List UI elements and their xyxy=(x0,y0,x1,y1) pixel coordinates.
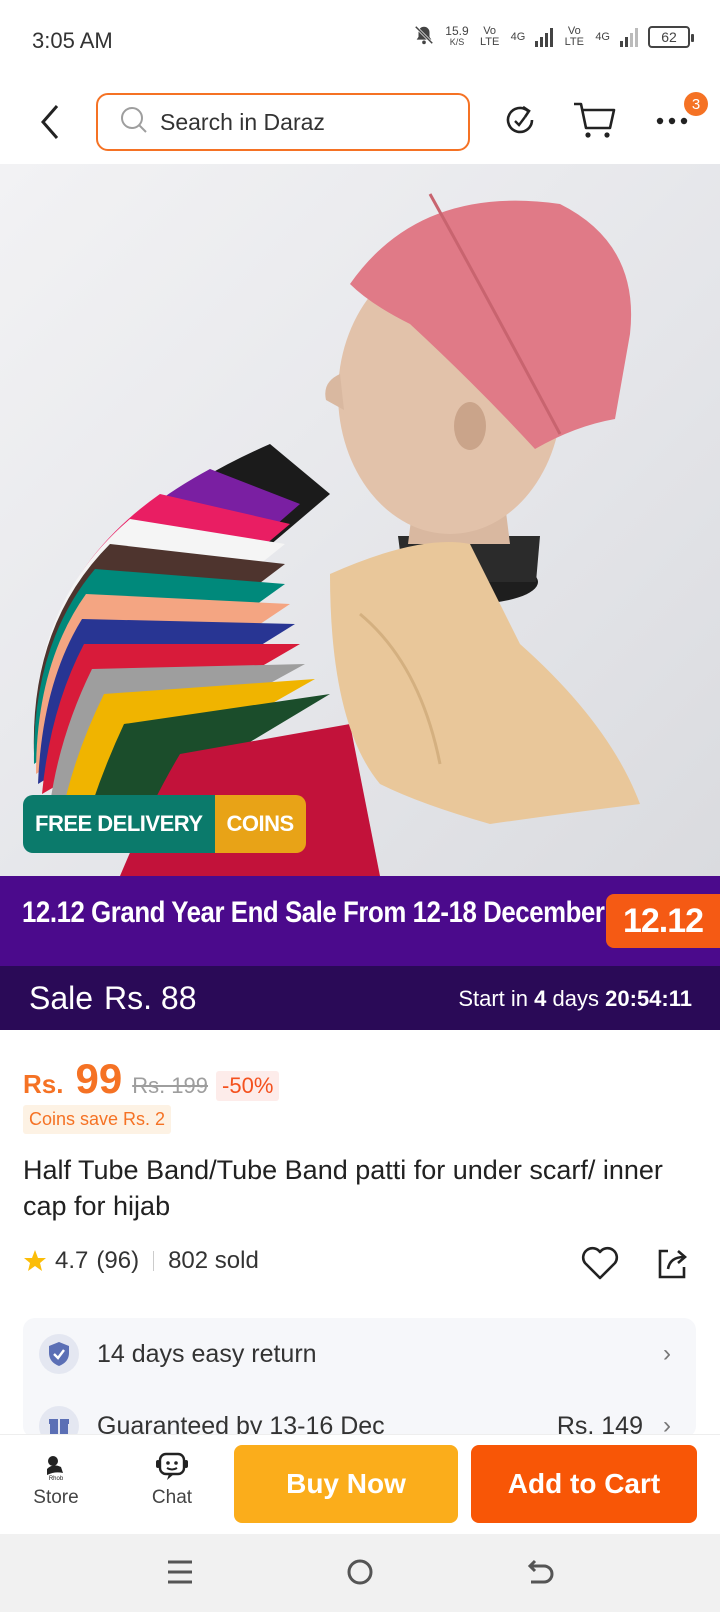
sale-label: Sale xyxy=(29,980,94,1016)
mute-bell-icon xyxy=(413,24,435,49)
net-speed-value: 15.9 xyxy=(445,23,469,38)
price-row: Rs. 99 Rs. 199 -50% xyxy=(23,1055,280,1103)
more-options-button[interactable]: 3 xyxy=(650,92,708,144)
wishlist-button[interactable] xyxy=(578,1243,622,1287)
bottom-action-bar: Rhob Store Chat Buy Now Add to Cart xyxy=(0,1434,720,1534)
price-currency: Rs. xyxy=(23,1069,64,1099)
heart-icon xyxy=(581,1246,619,1285)
share-icon xyxy=(654,1245,690,1286)
home-button[interactable] xyxy=(340,1554,380,1594)
home-circle-icon xyxy=(345,1557,375,1592)
top-navigation: 3 xyxy=(0,80,720,164)
search-input[interactable] xyxy=(160,108,430,136)
cart-button[interactable] xyxy=(572,100,616,144)
chat-label: Chat xyxy=(151,1487,193,1508)
discount-badge: -50% xyxy=(216,1071,280,1101)
search-bar[interactable] xyxy=(96,93,470,151)
start-time: 20:54:11 xyxy=(605,986,692,1011)
chevron-right-icon: › xyxy=(663,1340,671,1367)
sale-price: Rs. 88 xyxy=(104,980,197,1016)
sim2-network: 4G xyxy=(595,30,610,43)
start-days-label: days xyxy=(552,986,600,1011)
status-time: 3:05 AM xyxy=(32,28,113,53)
store-button[interactable]: Rhob Store xyxy=(16,1449,96,1509)
rating-row[interactable]: 4.7 (96) 802 sold xyxy=(23,1247,259,1275)
service-row-return[interactable]: 14 days easy return › xyxy=(39,1334,679,1374)
original-price: Rs. 199 xyxy=(132,1073,209,1098)
campaign-banner[interactable]: 12.12 Grand Year End Sale From 12-18 Dec… xyxy=(0,876,720,966)
chat-bot-icon xyxy=(155,1449,189,1483)
current-price: 99 xyxy=(75,1055,123,1102)
sale-start-countdown: Start in 4 days 20:54:11 xyxy=(458,986,692,1012)
add-to-cart-button[interactable]: Add to Cart xyxy=(471,1445,697,1523)
search-icon xyxy=(120,106,148,139)
system-back-button[interactable] xyxy=(520,1554,560,1594)
product-title: Half Tube Band/Tube Band patti for under… xyxy=(23,1155,663,1221)
sim1-network: 4G xyxy=(510,30,526,43)
refresh-button[interactable] xyxy=(498,100,542,144)
recent-apps-button[interactable] xyxy=(160,1554,200,1594)
menu-lines-icon xyxy=(166,1557,194,1592)
status-icons: 15.9 K/S Vo LTE 4G Vo LTE 4G 62 xyxy=(413,23,694,49)
product-photo xyxy=(33,193,640,876)
store-label: Store xyxy=(33,1487,79,1508)
star-icon xyxy=(23,1249,47,1273)
sim1-volte: Vo LTE xyxy=(479,24,500,48)
product-image[interactable]: FREE DELIVERY COINS xyxy=(0,164,720,876)
review-count: (96) xyxy=(96,1247,140,1274)
campaign-logo: 12.12 xyxy=(606,894,720,948)
battery-level: 62 xyxy=(661,28,677,45)
signal-bars-icon xyxy=(535,27,554,47)
service-card: 14 days easy return › Guaranteed by 13-1… xyxy=(23,1318,696,1438)
sim2-volte: Vo LTE xyxy=(564,24,584,48)
coins-badge: COINS xyxy=(214,795,306,853)
chat-button[interactable]: Chat xyxy=(132,1449,212,1509)
net-speed-unit: K/S xyxy=(449,36,465,47)
net-speed: 15.9 K/S xyxy=(445,23,469,48)
sold-count: 802 sold xyxy=(168,1247,259,1274)
back-arrow-icon xyxy=(525,1557,555,1592)
status-bar: 3:05 AM 15.9 K/S Vo LTE 4G Vo LTE 4G 62 xyxy=(0,0,720,80)
sale-countdown-bar: Sale Rs. 88 Start in 4 days 20:54:11 xyxy=(0,966,720,1030)
store-logo-icon: Rhob xyxy=(41,1449,71,1483)
more-dots-icon xyxy=(655,113,689,131)
shield-check-icon xyxy=(39,1334,79,1374)
notification-badge: 3 xyxy=(684,92,708,116)
rating-value: 4.7 xyxy=(55,1247,89,1274)
start-prefix: Start in xyxy=(458,986,529,1011)
service-label: 14 days easy return xyxy=(97,1339,317,1368)
share-button[interactable] xyxy=(650,1243,694,1287)
system-navigation-bar xyxy=(0,1534,720,1612)
battery-icon: 62 xyxy=(648,25,694,48)
buy-now-button[interactable]: Buy Now xyxy=(234,1445,458,1523)
signal-bars-icon xyxy=(620,27,638,47)
cart-icon xyxy=(572,100,616,145)
back-button[interactable] xyxy=(30,100,70,144)
start-days: 4 xyxy=(534,986,547,1011)
refresh-icon xyxy=(501,101,539,144)
svg-text:Rhob: Rhob xyxy=(49,1476,64,1481)
free-delivery-badge: FREE DELIVERY xyxy=(23,795,215,853)
campaign-banner-text: 12.12 Grand Year End Sale From 12-18 Dec… xyxy=(22,896,605,929)
coins-save-tag: Coins save Rs. 2 xyxy=(23,1105,172,1134)
divider xyxy=(153,1251,155,1271)
delivery-badges: FREE DELIVERY COINS xyxy=(23,795,306,853)
